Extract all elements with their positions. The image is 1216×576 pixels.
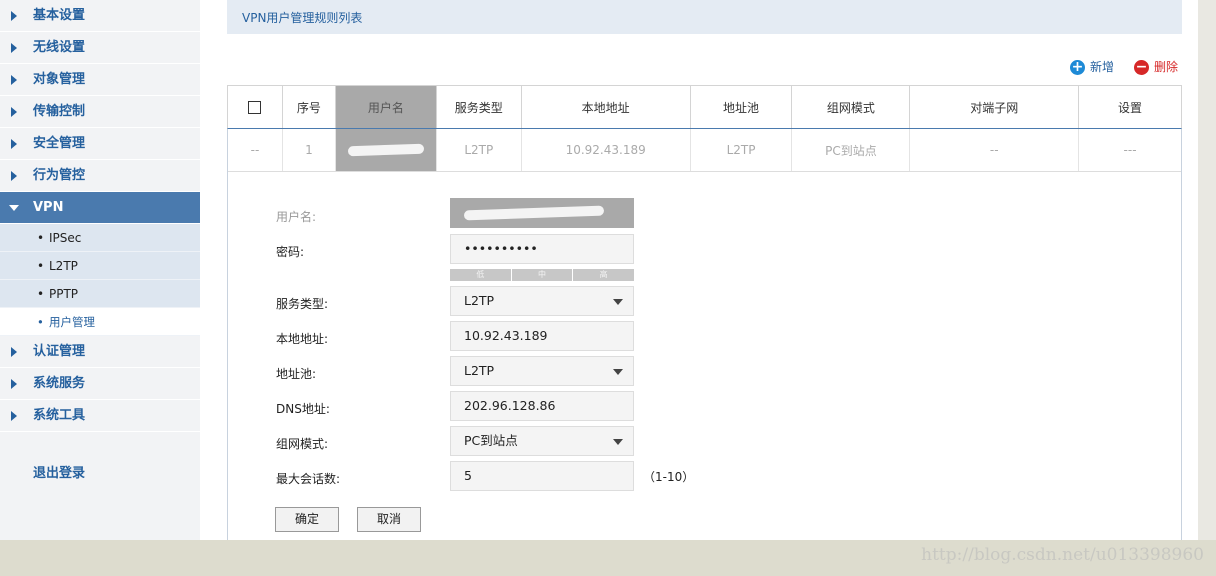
- max-sessions-range-hint: （1-10）: [643, 470, 695, 484]
- column-header-username: 用户名: [334, 85, 437, 129]
- nav-item-system-services[interactable]: 系统服务: [0, 368, 200, 400]
- network-mode-select[interactable]: PC到站点: [450, 426, 634, 456]
- caret-down-icon: [613, 369, 623, 375]
- chevron-right-icon: [11, 139, 17, 149]
- scroll-gutter: [1198, 0, 1216, 540]
- max-sessions-input[interactable]: 5: [450, 461, 634, 491]
- caret-down-icon: [613, 299, 623, 305]
- nav-item-transfer-control[interactable]: 传输控制: [0, 96, 200, 128]
- nav-item-system-tools[interactable]: 系统工具: [0, 400, 200, 432]
- chevron-right-icon: [11, 43, 17, 53]
- address-pool-value: L2TP: [464, 363, 495, 378]
- column-header-pool: 地址池: [689, 85, 793, 129]
- bullet-icon: •: [37, 231, 45, 245]
- address-pool-select[interactable]: L2TP: [450, 356, 634, 386]
- network-mode-label: 组网模式:: [276, 437, 329, 451]
- add-label: 新增: [1090, 60, 1115, 74]
- redaction-mark: [463, 205, 605, 221]
- strength-high: 高: [573, 269, 635, 281]
- service-type-select[interactable]: L2TP: [450, 286, 634, 316]
- nav-item-basic-settings[interactable]: 基本设置: [0, 0, 200, 32]
- chevron-down-icon: [9, 205, 19, 211]
- dns-address-input[interactable]: 202.96.128.86: [450, 391, 634, 421]
- address-pool-label: 地址池:: [276, 367, 317, 381]
- plus-icon: +: [1070, 59, 1085, 75]
- nav-label: 无线设置: [33, 40, 86, 55]
- nav-item-object-management[interactable]: 对象管理: [0, 64, 200, 96]
- column-header-peer-subnet: 对端子网: [909, 85, 1080, 129]
- bullet-icon: •: [37, 259, 45, 273]
- nav-label: VPN: [33, 200, 64, 215]
- sub-item-label: IPSec: [49, 231, 82, 245]
- nav-label: 对象管理: [33, 72, 86, 87]
- local-address-input[interactable]: 10.92.43.189: [450, 321, 634, 351]
- bullet-icon: •: [37, 315, 44, 329]
- password-input[interactable]: ••••••••••: [450, 234, 634, 264]
- service-type-label: 服务类型:: [276, 297, 329, 311]
- nav-label: 认证管理: [33, 344, 86, 359]
- watermark: http://blog.csdn.net/u013398960: [921, 545, 1204, 565]
- caret-down-icon: [613, 439, 623, 445]
- chevron-right-icon: [11, 379, 17, 389]
- local-address-label: 本地地址:: [276, 332, 329, 346]
- edit-form: [227, 128, 1182, 540]
- panel-title: VPN用户管理规则列表: [227, 0, 1182, 34]
- chevron-right-icon: [11, 171, 17, 181]
- chevron-right-icon: [11, 347, 17, 357]
- sub-item-label: 用户管理: [49, 315, 95, 329]
- password-label: 密码:: [276, 245, 305, 259]
- nav-item-wireless-settings[interactable]: 无线设置: [0, 32, 200, 64]
- strength-medium: 中: [511, 269, 573, 281]
- nav-label: 传输控制: [33, 104, 86, 119]
- nav-label: 基本设置: [33, 8, 86, 23]
- chevron-right-icon: [11, 11, 17, 21]
- add-button[interactable]: + 新增: [1070, 59, 1114, 77]
- password-strength-meter: 低 中 高: [450, 269, 635, 281]
- sub-item-label: L2TP: [49, 259, 78, 273]
- chevron-right-icon: [11, 75, 17, 85]
- column-header-service: 服务类型: [435, 85, 522, 129]
- sidebar: 基本设置 无线设置 对象管理 传输控制 安全管理 行为管控 VPN • IPSec…: [0, 0, 200, 540]
- nav-label: 系统服务: [33, 376, 86, 391]
- delete-button[interactable]: − 删除: [1134, 59, 1178, 77]
- column-header-local-address: 本地地址: [520, 85, 691, 129]
- chevron-right-icon: [11, 107, 17, 117]
- sub-item-ipsec[interactable]: • IPSec: [0, 224, 200, 252]
- sub-item-l2tp[interactable]: • L2TP: [0, 252, 200, 280]
- column-header-settings: 设置: [1078, 85, 1182, 129]
- nav-item-auth-management[interactable]: 认证管理: [0, 336, 200, 368]
- nav-item-behavior-control[interactable]: 行为管控: [0, 160, 200, 192]
- minus-icon: −: [1134, 59, 1149, 75]
- select-all-cell[interactable]: [227, 85, 283, 129]
- dns-address-label: DNS地址:: [276, 402, 330, 416]
- max-sessions-label: 最大会话数:: [276, 472, 341, 486]
- nav-item-security-management[interactable]: 安全管理: [0, 128, 200, 160]
- username-input-redacted: [450, 198, 634, 228]
- service-type-value: L2TP: [464, 293, 495, 308]
- username-label: 用户名:: [276, 210, 317, 224]
- nav-label: 行为管控: [33, 168, 86, 183]
- logout-link[interactable]: 退出登录: [33, 462, 85, 481]
- bullet-icon: •: [37, 287, 45, 301]
- sub-item-label: PPTP: [49, 287, 79, 301]
- table-header-row: 序号 用户名 服务类型 本地地址 地址池 组网模式 对端子网 设置: [227, 85, 1182, 129]
- select-all-checkbox[interactable]: [248, 101, 262, 114]
- strength-low: 低: [450, 269, 511, 281]
- nav-label: 系统工具: [33, 408, 86, 423]
- delete-label: 删除: [1154, 60, 1179, 74]
- column-header-index: 序号: [281, 85, 336, 129]
- chevron-right-icon: [11, 411, 17, 421]
- column-header-mode: 组网模式: [791, 85, 911, 129]
- nav-label: 安全管理: [33, 136, 86, 151]
- sub-item-pptp[interactable]: • PPTP: [0, 280, 200, 308]
- confirm-button[interactable]: 确定: [275, 507, 339, 532]
- nav-item-vpn[interactable]: VPN: [0, 192, 200, 224]
- sub-item-user-management[interactable]: • 用户管理: [0, 308, 200, 336]
- cancel-button[interactable]: 取消: [357, 507, 421, 532]
- network-mode-value: PC到站点: [464, 433, 518, 448]
